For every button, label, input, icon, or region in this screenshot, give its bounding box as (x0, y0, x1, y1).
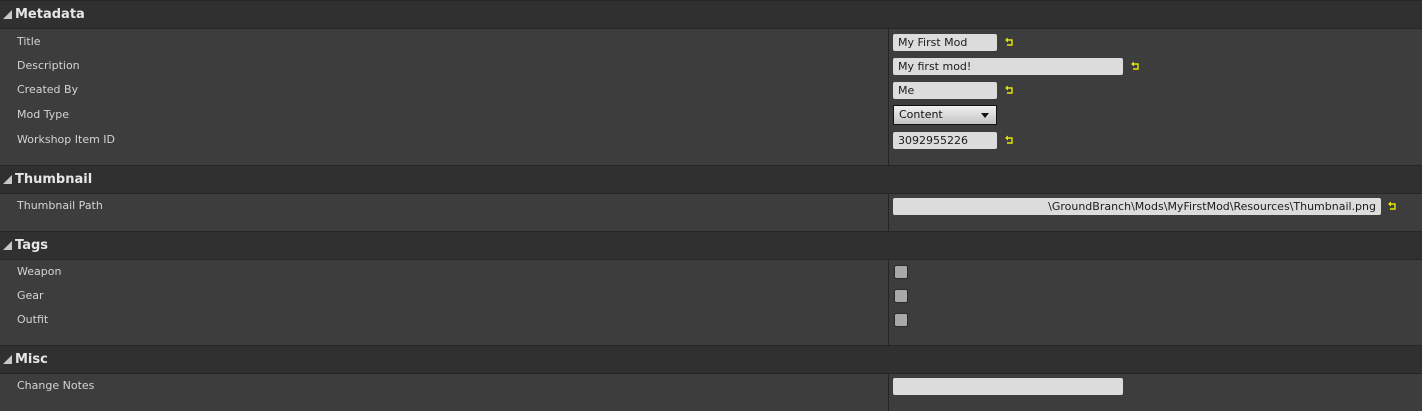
collapse-triangle-icon[interactable] (3, 241, 12, 250)
created-by-input[interactable]: Me (893, 82, 997, 99)
category-title: Metadata (15, 7, 85, 22)
title-label: Title (17, 35, 41, 48)
mod-type-label: Mod Type (17, 108, 69, 121)
mod-type-dropdown[interactable]: Content (893, 105, 997, 125)
tag-gear-checkbox[interactable] (894, 289, 908, 303)
workshop-item-id-label: Workshop Item ID (17, 133, 116, 146)
tag-outfit-label: Outfit (17, 313, 49, 326)
reset-to-default-icon[interactable] (1005, 37, 1014, 47)
category-title: Tags (15, 238, 49, 253)
category-title: Misc (15, 352, 48, 367)
reset-to-default-icon[interactable] (1005, 85, 1014, 95)
reset-to-default-icon[interactable] (1388, 201, 1397, 211)
thumbnail-path-input[interactable]: \GroundBranch\Mods\MyFirstMod\Resources\… (893, 198, 1381, 215)
category-thumbnail[interactable]: Thumbnail (0, 165, 1422, 194)
reset-to-default-icon[interactable] (1005, 135, 1014, 145)
title-input[interactable]: My First Mod (893, 34, 997, 51)
category-title: Thumbnail (15, 172, 93, 187)
change-notes-input[interactable] (893, 378, 1123, 395)
collapse-triangle-icon[interactable] (3, 175, 12, 184)
category-metadata[interactable]: Metadata (0, 0, 1422, 29)
workshop-item-id-input[interactable]: 3092955226 (893, 132, 997, 149)
change-notes-label: Change Notes (17, 379, 95, 392)
thumbnail-path-label: Thumbnail Path (17, 199, 103, 212)
tag-gear-label: Gear (17, 289, 44, 302)
category-misc[interactable]: Misc (0, 345, 1422, 374)
description-input[interactable]: My first mod! (893, 58, 1123, 75)
collapse-triangle-icon[interactable] (3, 355, 12, 364)
tag-weapon-checkbox[interactable] (894, 265, 908, 279)
category-tags[interactable]: Tags (0, 231, 1422, 260)
reset-to-default-icon[interactable] (1131, 61, 1140, 71)
tag-outfit-checkbox[interactable] (894, 313, 908, 327)
chevron-down-icon (981, 113, 989, 118)
tag-weapon-label: Weapon (17, 265, 62, 278)
created-by-label: Created By (17, 83, 79, 96)
details-panel: Metadata Title My First Mod Description … (0, 0, 1422, 411)
mod-type-selected-value: Content (899, 108, 943, 121)
description-label: Description (17, 59, 80, 72)
collapse-triangle-icon[interactable] (3, 10, 12, 19)
